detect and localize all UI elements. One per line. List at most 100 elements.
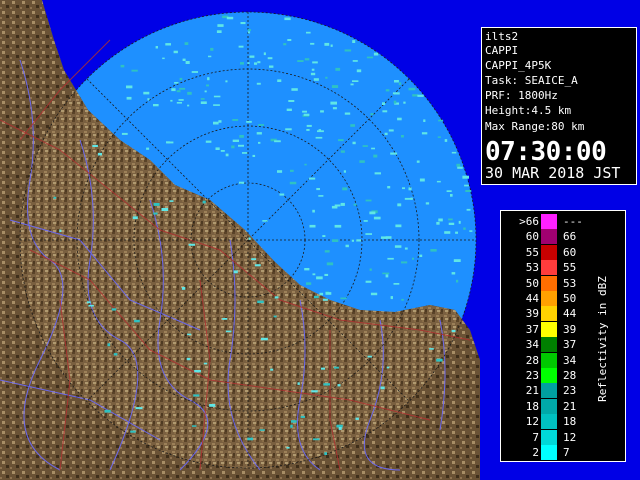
echo-dot xyxy=(135,407,143,410)
echo-dot xyxy=(232,139,239,142)
echo-dot xyxy=(254,264,261,267)
legend-swatch xyxy=(541,275,557,291)
echo-dot xyxy=(359,160,365,163)
legend-min-value: 39 xyxy=(525,307,539,321)
observation-time: 07:30:00 xyxy=(485,137,607,167)
echo-dot xyxy=(247,31,251,34)
echo-dot xyxy=(380,386,385,390)
echo-dot xyxy=(313,78,319,81)
echo-dot xyxy=(438,218,443,222)
echo-dot xyxy=(412,94,418,97)
echo-dot xyxy=(395,224,402,228)
echo-dot xyxy=(279,193,285,196)
echo-dot xyxy=(192,425,197,427)
legend-max-value: 55 xyxy=(563,261,577,275)
echo-dot xyxy=(322,298,328,301)
echo-dot xyxy=(290,169,294,172)
echo-dot xyxy=(457,166,463,169)
echo-dot xyxy=(444,139,448,142)
echo-dot xyxy=(404,247,408,250)
station-name: ilts2 xyxy=(485,30,519,43)
legend-max-value: 53 xyxy=(563,276,577,290)
echo-dot xyxy=(218,120,222,123)
echo-dot xyxy=(239,181,245,184)
echo-dot xyxy=(392,92,400,95)
echo-dot xyxy=(332,107,337,110)
echo-dot xyxy=(209,404,216,407)
echo-dot xyxy=(134,319,140,323)
echo-dot xyxy=(217,24,224,27)
echo-dot xyxy=(167,141,174,144)
echo-dot xyxy=(260,337,268,341)
echo-dot xyxy=(161,208,169,211)
echo-dot xyxy=(373,216,381,220)
legend-swatch xyxy=(541,214,557,229)
echo-dot xyxy=(107,343,111,347)
echo-dot xyxy=(297,60,304,62)
echo-dot xyxy=(388,129,394,132)
echo-dot xyxy=(184,42,189,45)
echo-dot xyxy=(104,409,111,413)
task-name: Task: SEAICE_A xyxy=(485,74,578,87)
echo-dot xyxy=(173,50,178,54)
echo-dot xyxy=(304,58,310,61)
echo-dot xyxy=(352,80,359,82)
echo-dot xyxy=(444,231,451,234)
echo-dot xyxy=(463,227,466,230)
echo-dot xyxy=(206,84,209,87)
legend-swatch xyxy=(541,445,557,460)
echo-dot xyxy=(456,279,459,283)
echo-dot xyxy=(225,330,232,333)
echo-dot xyxy=(326,262,334,266)
legend-min-value: 53 xyxy=(525,261,539,275)
legend-min-value: >66 xyxy=(519,215,539,228)
echo-dot xyxy=(458,220,461,224)
echo-dot xyxy=(312,61,318,64)
legend-swatch xyxy=(541,321,557,337)
echo-dot xyxy=(238,144,244,147)
legend-max-value: 28 xyxy=(563,369,577,382)
echo-dot xyxy=(187,333,192,336)
legend-swatch xyxy=(541,352,557,368)
echo-dot xyxy=(86,301,91,304)
echo-dot xyxy=(451,151,457,154)
echo-dot xyxy=(385,89,390,92)
echo-dot xyxy=(210,47,214,51)
echo-dot xyxy=(126,85,133,89)
echo-dot xyxy=(356,69,362,73)
echo-dot xyxy=(397,203,402,207)
echo-dot xyxy=(448,222,455,225)
echo-dot xyxy=(320,367,325,370)
echo-dot xyxy=(208,55,212,58)
echo-dot xyxy=(203,362,208,365)
echo-dot xyxy=(287,39,292,41)
echo-dot xyxy=(338,427,342,430)
echo-dot xyxy=(423,119,426,122)
echo-dot xyxy=(366,56,373,59)
echo-dot xyxy=(340,150,345,153)
echo-dot xyxy=(390,296,393,299)
echo-dot xyxy=(365,280,372,283)
echo-dot xyxy=(248,237,251,240)
legend-max-value: 50 xyxy=(563,292,577,305)
echo-dot xyxy=(373,154,378,158)
echo-dot xyxy=(251,258,257,261)
echo-dot xyxy=(240,22,246,25)
legend-min-value: 2 xyxy=(532,446,539,459)
echo-dot xyxy=(408,87,416,91)
echo-dot xyxy=(456,163,461,167)
echo-dot xyxy=(324,42,330,46)
echo-dot xyxy=(386,366,390,369)
echo-dot xyxy=(412,257,414,260)
legend-max-value: 66 xyxy=(563,230,577,244)
echo-dot xyxy=(242,152,248,154)
echo-dot xyxy=(187,91,192,95)
echo-dot xyxy=(165,43,171,46)
echo-dot xyxy=(387,186,391,189)
echo-dot xyxy=(455,231,458,234)
echo-dot xyxy=(469,230,473,232)
echo-dot xyxy=(331,85,339,88)
legend-max-value: 23 xyxy=(563,384,577,398)
legend-min-value: 37 xyxy=(525,322,539,336)
echo-dot xyxy=(283,43,287,46)
